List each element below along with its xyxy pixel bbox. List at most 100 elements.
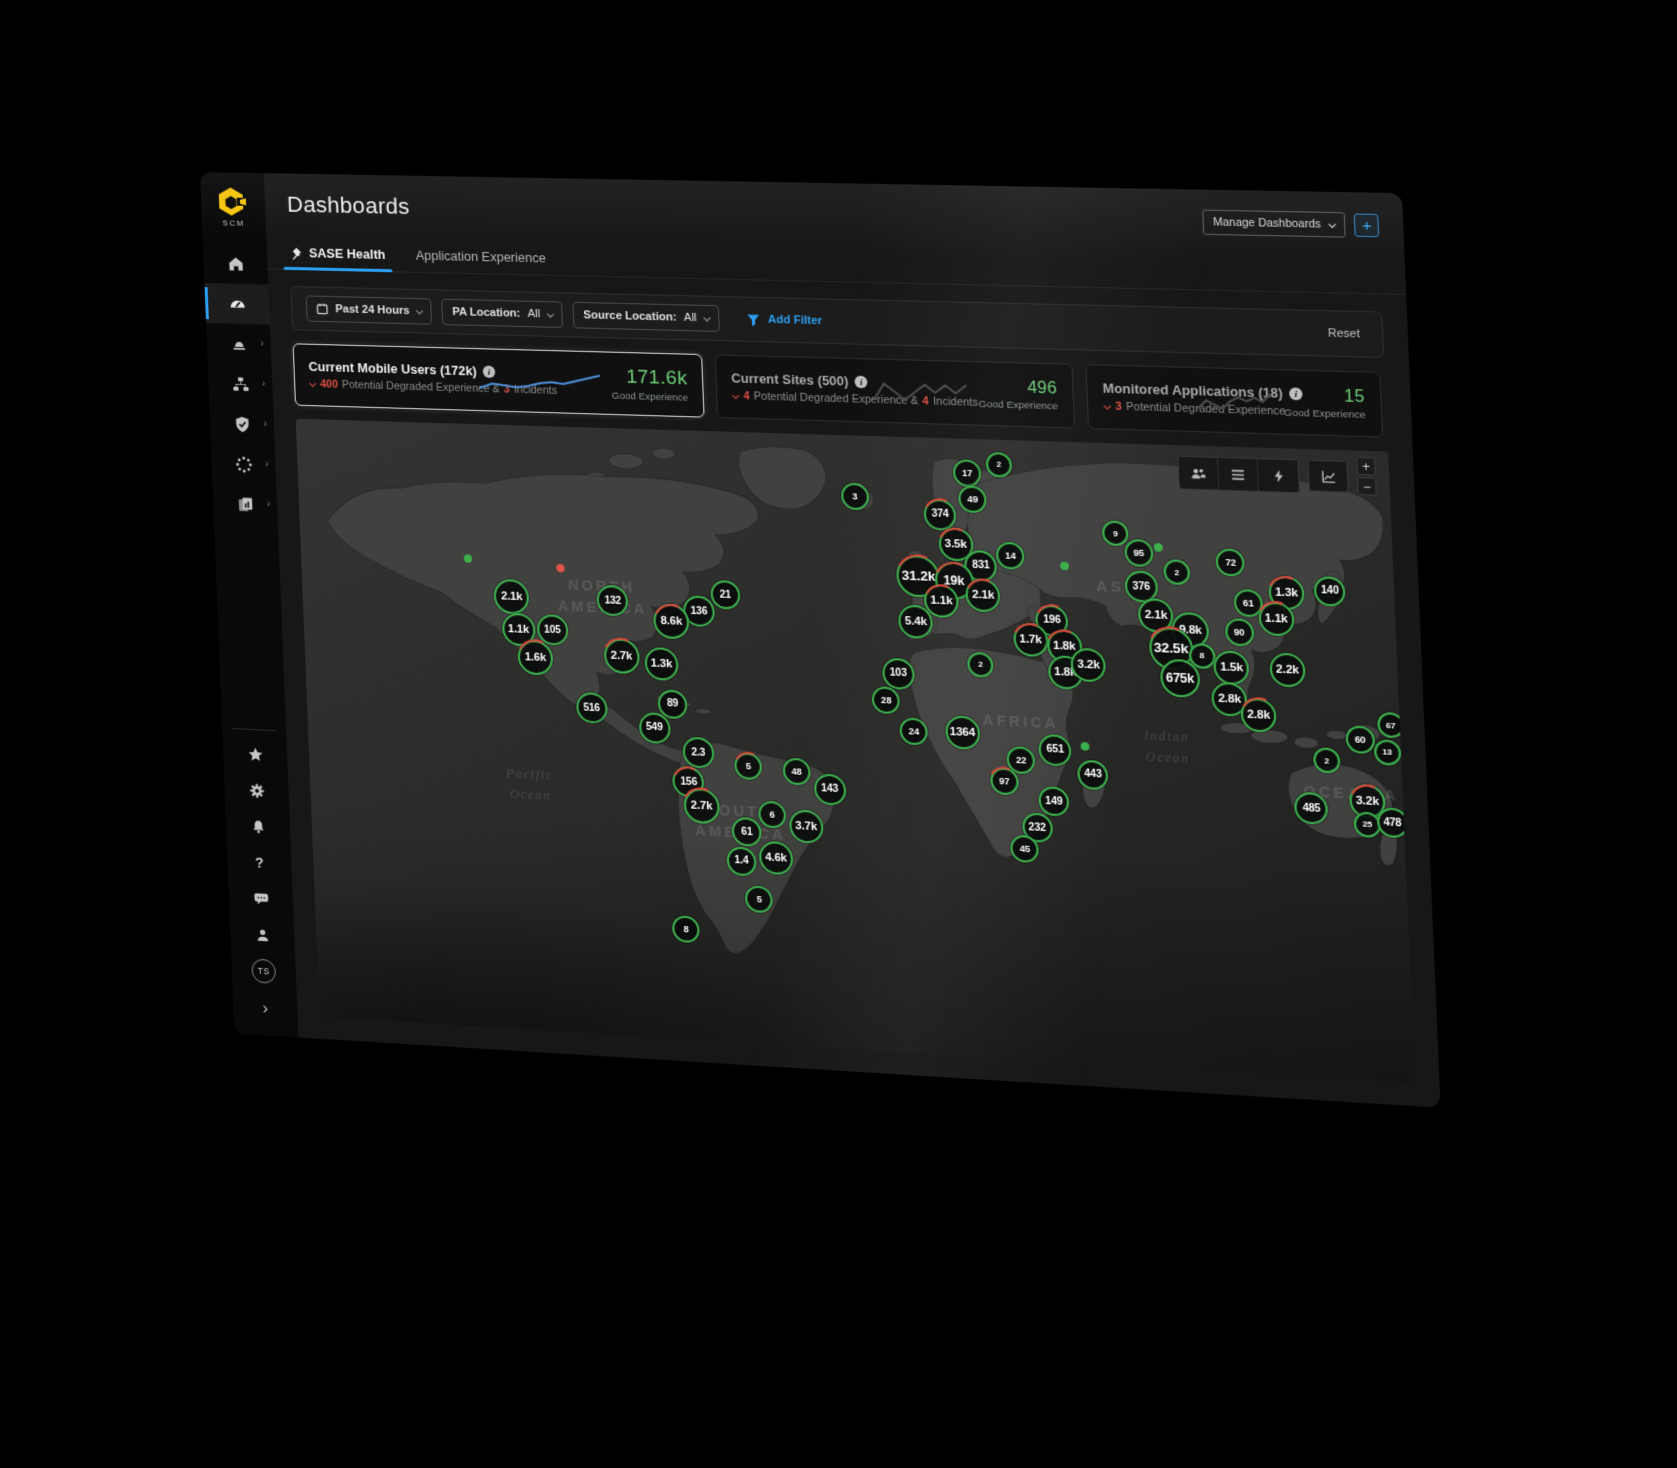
sidebar-collapse-button[interactable]: › <box>233 987 298 1027</box>
dashboard-gauge-icon <box>227 294 247 314</box>
calendar-icon <box>316 303 329 315</box>
zoom-in-button[interactable]: + <box>1356 457 1376 476</box>
sidebar-item-user[interactable] <box>230 915 295 955</box>
card-monitored-applications[interactable]: Monitored Applications (18) i 3 Potentia… <box>1085 364 1383 438</box>
chevron-down-red-icon <box>309 379 316 386</box>
degraded-count: 400 <box>320 378 338 391</box>
location-dot <box>1081 742 1090 751</box>
card-title: Current Sites (500) <box>731 371 849 389</box>
source-location-label: Source Location: <box>583 309 677 324</box>
network-tree-icon <box>230 374 250 394</box>
events-view-button[interactable] <box>1258 459 1299 492</box>
map-zoom-controls: + − <box>1356 457 1377 496</box>
zoom-out-button[interactable]: − <box>1357 477 1377 496</box>
time-range-value: Past 24 Hours <box>335 303 410 317</box>
manage-dashboards-label: Manage Dashboards <box>1213 216 1321 231</box>
sidebar-item-feedback[interactable] <box>228 879 293 919</box>
sidebar-spacer <box>246 524 254 723</box>
pa-location-label: PA Location: <box>452 306 521 320</box>
chat-icon <box>252 890 270 908</box>
map-view-toggle-group <box>1177 456 1300 494</box>
time-range-dropdown[interactable]: Past 24 Hours <box>306 295 433 324</box>
pa-location-value: All <box>527 308 540 321</box>
location-dot <box>556 564 565 572</box>
degraded-count: 4 <box>743 390 750 403</box>
card-title: Current Mobile Users (172k) <box>308 360 477 379</box>
list-view-button[interactable] <box>1218 458 1259 491</box>
users-icon <box>1190 465 1207 481</box>
chevron-right-icon: › <box>267 500 271 510</box>
sidebar-item-notifications[interactable] <box>225 807 290 846</box>
degraded-count: 3 <box>1115 400 1122 413</box>
chevron-down-icon <box>416 307 423 314</box>
app-window: SCM › <box>200 172 1441 1108</box>
sidebar-item-workflows[interactable]: › <box>208 363 273 405</box>
chart-view-button[interactable] <box>1307 460 1348 493</box>
sidebar-item-security-services[interactable]: › <box>209 403 274 445</box>
person-icon <box>253 926 271 944</box>
sidebar-item-help[interactable]: ? <box>227 843 292 883</box>
chevron-right-icon: › <box>263 420 267 430</box>
map-bubble[interactable]: 2.1k <box>965 578 1001 613</box>
funnel-icon <box>747 313 761 327</box>
line-chart-icon <box>1319 468 1336 484</box>
chevron-right-icon: › <box>260 339 264 349</box>
sidebar-item-reports[interactable]: › <box>212 483 277 525</box>
sidebar-item-home[interactable] <box>203 243 268 284</box>
star-icon <box>246 745 264 763</box>
chevron-down-red-icon <box>732 391 739 398</box>
source-location-value: All <box>684 312 697 325</box>
sidebar-item-dashboards[interactable] <box>204 283 269 325</box>
card-value-caption: Good Experience <box>1284 407 1366 421</box>
sparkline-chart <box>477 367 601 395</box>
sidebar-item-favorites[interactable] <box>222 735 287 774</box>
card-value: 496 <box>1027 379 1058 399</box>
tab-application-experience[interactable]: Application Experience <box>416 249 547 275</box>
location-dot <box>1154 543 1163 552</box>
source-location-dropdown[interactable]: Source Location: All <box>573 302 721 332</box>
chevron-down-icon <box>547 310 554 317</box>
reset-filters-button[interactable]: Reset <box>1321 326 1367 342</box>
user-avatar[interactable]: TS <box>231 951 296 991</box>
tab-label: SASE Health <box>309 246 386 262</box>
card-value-caption: Good Experience <box>979 398 1059 412</box>
logo-text: SCM <box>222 218 245 227</box>
bolt-icon <box>1270 467 1287 483</box>
home-icon <box>226 254 246 273</box>
card-value: 15 <box>1344 387 1365 407</box>
map-bubble[interactable]: 97 <box>990 767 1019 795</box>
avatar-initials: TS <box>251 958 276 984</box>
add-filter-button[interactable]: Add Filter <box>740 311 828 329</box>
map-bubble[interactable]: 8.6k <box>653 603 690 639</box>
sidebar-item-operations[interactable]: › <box>211 443 276 485</box>
map-controls: + − <box>1177 456 1376 496</box>
sidebar-item-incidents-alerts[interactable]: › <box>206 323 271 365</box>
world-map: NORTH AMERICASOUTH AMERICAAFRICAASIAOCEA… <box>296 419 1415 1083</box>
users-view-button[interactable] <box>1179 457 1220 490</box>
card-value-caption: Good Experience <box>612 390 689 403</box>
bell-icon <box>249 818 267 836</box>
map-bubble[interactable]: 1.1k <box>1258 601 1295 636</box>
chevron-down-icon <box>704 314 711 321</box>
page-title: Dashboards <box>287 192 411 221</box>
add-filter-label: Add Filter <box>768 314 823 328</box>
manage-dashboards-dropdown[interactable]: Manage Dashboards <box>1202 210 1346 238</box>
chevron-down-icon <box>1328 220 1336 227</box>
scm-logo-icon <box>215 186 250 217</box>
info-icon[interactable]: i <box>855 376 868 389</box>
tab-sase-health[interactable]: SASE Health <box>289 246 386 271</box>
pin-icon <box>289 246 303 259</box>
card-degraded-line: 400 Potential Degraded Experience & 3 In… <box>309 378 468 395</box>
card-degraded-line: 3 Potential Degraded Experience <box>1103 400 1185 415</box>
sparkline-chart <box>871 378 968 406</box>
card-current-mobile-users[interactable]: Current Mobile Users (172k) i 400 Potent… <box>293 343 705 417</box>
add-dashboard-button[interactable]: + <box>1354 213 1380 237</box>
pa-location-dropdown[interactable]: PA Location: All <box>442 299 564 328</box>
dashboard-content: Past 24 Hours PA Location: All Source Lo… <box>268 269 1441 1107</box>
sidebar-item-settings[interactable] <box>224 771 289 810</box>
alert-beacon-icon <box>229 334 249 354</box>
world-map-land <box>296 419 1415 1083</box>
chevron-right-icon: › <box>262 380 266 390</box>
card-current-sites[interactable]: Current Sites (500) i 4 Potential Degrad… <box>715 354 1075 428</box>
location-dot <box>1060 561 1069 570</box>
